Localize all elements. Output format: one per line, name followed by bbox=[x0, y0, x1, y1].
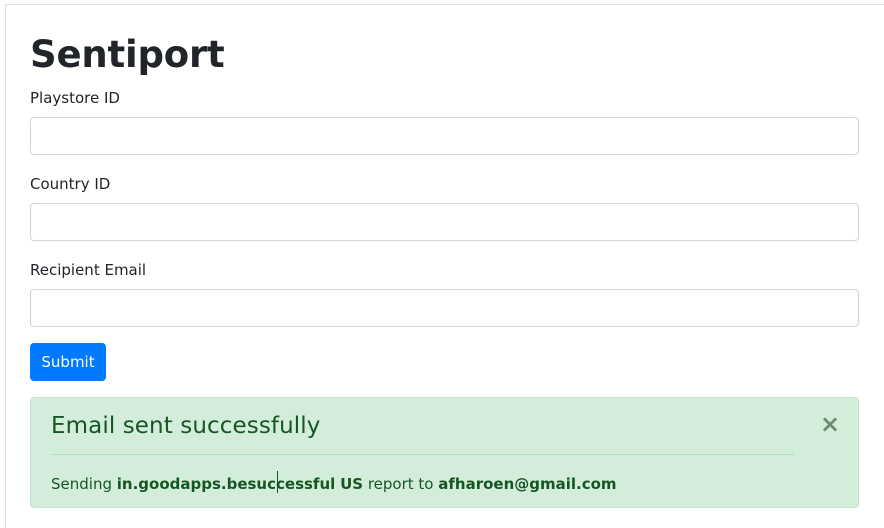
alert-country: US bbox=[340, 475, 364, 493]
submit-button[interactable]: Submit bbox=[30, 343, 106, 381]
recipient-email-label: Recipient Email bbox=[30, 261, 147, 279]
alert-message-prefix: Sending bbox=[51, 475, 112, 493]
alert-email: afharoen@gmail.com bbox=[438, 475, 617, 493]
alert-app-id: in.goodapps.besuccessful bbox=[116, 475, 336, 493]
alert-message: Sending in.goodapps.besuccessful US repo… bbox=[51, 473, 617, 495]
success-alert: Email sent successfully × Sending in.goo… bbox=[30, 397, 859, 508]
alert-divider bbox=[51, 454, 794, 455]
text-cursor bbox=[277, 471, 278, 493]
playstore-id-input[interactable] bbox=[30, 117, 859, 155]
playstore-id-label: Playstore ID bbox=[30, 89, 120, 107]
alert-heading: Email sent successfully bbox=[51, 413, 321, 439]
recipient-email-input[interactable] bbox=[30, 289, 859, 327]
country-id-label: Country ID bbox=[30, 175, 111, 193]
close-icon[interactable]: × bbox=[819, 410, 841, 438]
country-id-input[interactable] bbox=[30, 203, 859, 241]
page-title: Sentiport bbox=[30, 33, 225, 76]
alert-message-middle: report to bbox=[367, 475, 434, 493]
